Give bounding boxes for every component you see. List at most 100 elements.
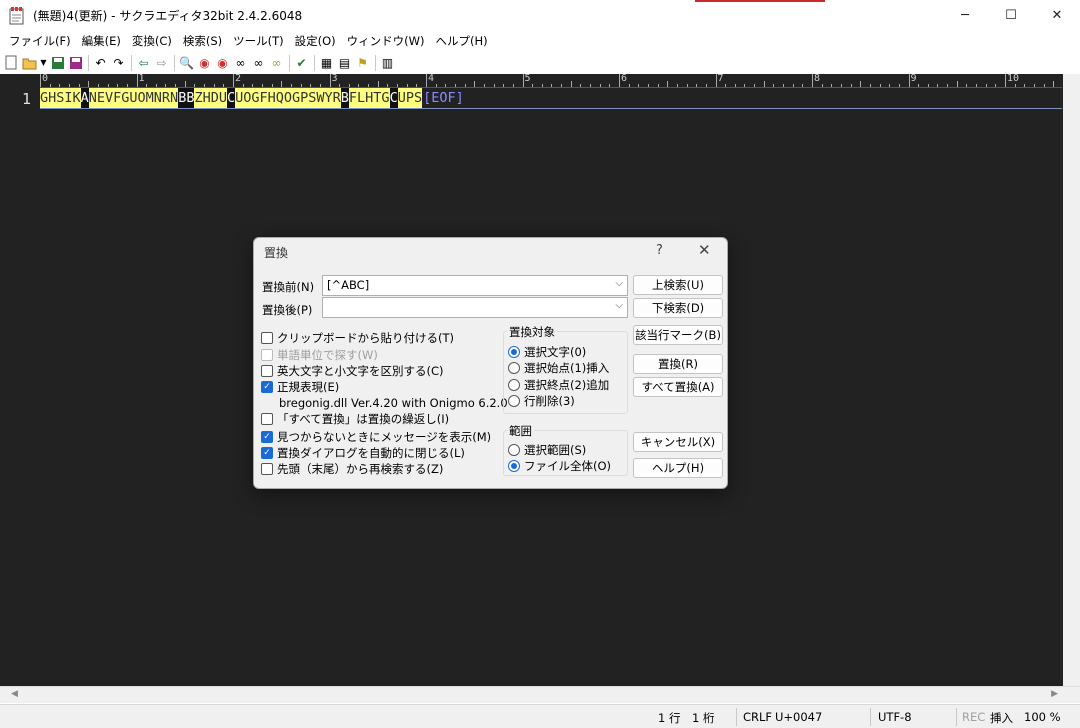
range-whole-file[interactable]: ファイル全体(O) — [508, 458, 611, 474]
menu-help[interactable]: ヘルプ(H) — [432, 33, 495, 49]
matched-text-segment: C — [226, 88, 236, 108]
macro-icon[interactable]: ⚑ — [354, 54, 371, 71]
menu-settings[interactable]: 設定(O) — [291, 33, 343, 49]
search-next-icon[interactable]: ◉ — [196, 54, 213, 71]
regex-option[interactable]: ✓ 正規表現(E) — [261, 379, 339, 395]
menu-search[interactable]: 検索(S) — [179, 33, 229, 49]
checkbox[interactable] — [261, 332, 273, 344]
search-up-button[interactable]: 上検索(U) — [633, 275, 723, 295]
radio-selected[interactable] — [508, 460, 520, 472]
open-file-icon[interactable] — [21, 54, 38, 71]
chevron-down-icon[interactable]: ⌵ — [615, 278, 623, 289]
text-segment: FLHTG — [348, 88, 390, 108]
undo-icon[interactable]: ↶ — [92, 54, 109, 71]
ruler-tick — [271, 84, 273, 87]
clipboard-paste-option[interactable]: クリップボードから貼り付ける(T) — [261, 330, 454, 346]
menu-edit[interactable]: 編集(E) — [78, 33, 128, 49]
mark-lines-button[interactable]: 該当行マーク(B) — [633, 325, 723, 345]
target-append-end[interactable]: 選択終点(2)追加 — [508, 377, 609, 393]
save-icon[interactable] — [49, 54, 66, 71]
mark-icon[interactable]: ∞ — [250, 54, 267, 71]
ruler-tick — [812, 74, 813, 87]
highlight-icon[interactable]: ∞ — [268, 54, 285, 71]
search-icon[interactable]: 🔍 — [178, 54, 195, 71]
replace-before-input[interactable]: [^ABC] ⌵ — [322, 275, 628, 296]
text-segment: GHSIK — [40, 88, 81, 108]
auto-close-option[interactable]: ✓ 置換ダイアログを自動的に閉じる(L) — [261, 445, 465, 461]
save-as-icon[interactable] — [67, 54, 84, 71]
minimize-button[interactable]: ─ — [942, 0, 988, 31]
replace-button[interactable]: 置換(R) — [633, 354, 723, 374]
scroll-left-icon[interactable]: ◀ — [11, 689, 18, 699]
text-segment: UOGFHQOGPSWYR — [235, 88, 341, 108]
case-sensitive-option[interactable]: 英大文字と小文字を区別する(C) — [261, 363, 444, 379]
menu-tools[interactable]: ツール(T) — [229, 33, 291, 49]
search-prev-icon[interactable]: ◉ — [214, 54, 231, 71]
wrap-search-option[interactable]: 先頭（末尾）から再検索する(Z) — [261, 461, 443, 477]
radio-selected[interactable] — [508, 346, 520, 358]
dropdown-icon[interactable]: ▼ — [39, 54, 48, 71]
ruler-tick — [358, 84, 360, 87]
ruler-tick — [792, 84, 794, 87]
menu-file[interactable]: ファイル(F) — [5, 33, 78, 49]
close-icon[interactable]: ✕ — [698, 241, 711, 259]
ruler-tick — [686, 84, 688, 87]
ruler-tick — [956, 81, 958, 87]
ruler-tick — [503, 84, 505, 87]
show-message-option[interactable]: ✓ 見つからないときにメッセージを表示(M) — [261, 429, 491, 445]
range-selection[interactable]: 選択範囲(S) — [508, 442, 586, 458]
checkbox-checked[interactable]: ✓ — [261, 431, 273, 443]
checkbox[interactable] — [261, 463, 273, 475]
checkbox[interactable] — [261, 365, 273, 377]
chevron-down-icon[interactable]: ⌵ — [615, 300, 623, 311]
help-button[interactable]: ヘルプ(H) — [633, 458, 723, 478]
replace-all-button[interactable]: すべて置換(A) — [633, 377, 723, 397]
redo-icon[interactable]: ↷ — [110, 54, 127, 71]
ruler-number: 6 — [621, 74, 628, 84]
new-file-icon[interactable] — [3, 54, 20, 71]
checkbox-checked[interactable]: ✓ — [261, 381, 273, 393]
ruler-number: 9 — [910, 74, 917, 84]
replace-after-input[interactable]: ⌵ — [322, 297, 628, 318]
menu-window[interactable]: ウィンドウ(W) — [343, 33, 432, 49]
settings-icon[interactable]: ▥ — [379, 54, 396, 71]
grep-icon[interactable]: ✔ — [293, 54, 310, 71]
checkbox[interactable] — [261, 413, 273, 425]
radio[interactable] — [508, 379, 520, 391]
jump-forward-icon[interactable]: ⇨ — [153, 54, 170, 71]
replace-repeat-option[interactable]: 「すべて置換」は置換の繰返し(I) — [261, 411, 449, 427]
scroll-right-icon[interactable]: ▶ — [1051, 689, 1058, 699]
app-icon — [9, 6, 25, 25]
ruler-tick — [590, 84, 592, 87]
radio[interactable] — [508, 362, 520, 374]
ruler-tick — [802, 84, 804, 87]
text-line[interactable]: GHSIK A NEVFGUOMNRN BB ZHDU C UOGFHQOGPSWYR B FL… — [40, 88, 464, 108]
checkbox-checked[interactable]: ✓ — [261, 447, 273, 459]
radio[interactable] — [508, 395, 520, 407]
menu-convert[interactable]: 変換(C) — [128, 33, 179, 49]
replace-icon[interactable]: ∞ — [232, 54, 249, 71]
radio-label: 選択文字(0) — [524, 345, 587, 359]
jump-back-icon[interactable]: ⇦ — [135, 54, 152, 71]
ruler-tick — [551, 84, 553, 87]
cancel-button[interactable]: キャンセル(X) — [633, 432, 723, 452]
maximize-button[interactable]: ☐ — [988, 0, 1034, 31]
search-down-button[interactable]: 下検索(D) — [633, 298, 723, 318]
radio[interactable] — [508, 444, 520, 456]
close-window-button[interactable]: ✕ — [1034, 0, 1080, 31]
target-selected-text[interactable]: 選択文字(0) — [508, 344, 586, 360]
target-delete-line[interactable]: 行削除(3) — [508, 393, 575, 409]
help-icon[interactable]: ? — [656, 243, 663, 258]
toolbar-separator — [88, 54, 89, 71]
ruler-tick — [773, 84, 775, 87]
ruler-number: 8 — [814, 74, 821, 84]
ruler-tick — [657, 84, 659, 87]
ruler-tick — [599, 84, 601, 87]
outline-icon[interactable]: ▤ — [336, 54, 353, 71]
horizontal-scrollbar[interactable]: ◀ ▶ — [0, 686, 1080, 703]
zoom-level: 100 % — [1024, 710, 1061, 724]
target-insert-start[interactable]: 選択始点(1)挿入 — [508, 360, 609, 376]
vertical-scrollbar[interactable] — [1063, 74, 1080, 686]
compare-icon[interactable]: ▦ — [318, 54, 335, 71]
ruler-tick — [667, 81, 669, 87]
